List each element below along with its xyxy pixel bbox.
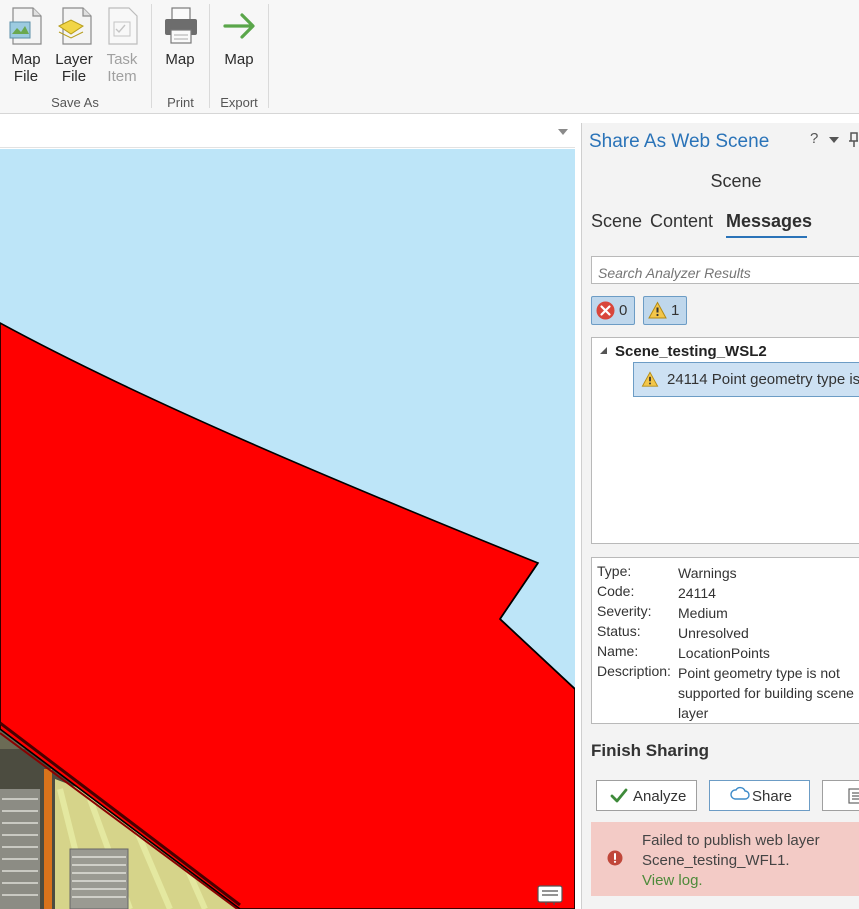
- tab-scene[interactable]: Scene: [591, 211, 642, 232]
- print-map-label: Map: [165, 51, 195, 68]
- detail-value: LocationPoints: [678, 645, 770, 661]
- detail-key: Description:: [597, 663, 671, 679]
- ribbon-group-print: Map Print: [152, 0, 209, 114]
- share-button[interactable]: Share: [709, 780, 810, 811]
- ribbon-group-save-as: Map File Layer File Task Item Save As: [0, 0, 150, 114]
- task-item-icon: [108, 7, 138, 45]
- layer-file-label: Layer File: [55, 51, 93, 85]
- error-message-line-2: Scene_testing_WFL1.: [642, 852, 790, 869]
- ribbon-group-export: Map Export: [210, 0, 268, 114]
- print-map-button[interactable]: Map: [158, 4, 202, 88]
- tree-message-item[interactable]: 24114 Point geometry type is not support…: [633, 362, 859, 397]
- export-group-label: Export: [220, 95, 258, 110]
- error-message-line-1: Failed to publish web layer: [642, 832, 820, 849]
- tab-messages[interactable]: Messages: [726, 211, 812, 232]
- warnings-count: 1: [671, 302, 680, 319]
- errors-count: 0: [619, 302, 628, 319]
- pane-subtitle: Scene: [710, 171, 762, 191]
- share-label: Share: [752, 788, 793, 805]
- detail-value: Point geometry type is not supported for…: [678, 665, 854, 721]
- detail-key: Code:: [597, 583, 635, 599]
- finish-sharing-heading: Finish Sharing: [591, 741, 710, 760]
- chevron-down-icon[interactable]: [557, 127, 569, 137]
- detail-key: Severity:: [597, 603, 652, 619]
- printer-icon: [165, 7, 197, 44]
- map-file-button[interactable]: Map File: [4, 4, 48, 88]
- analyze-label: Analyze: [633, 788, 687, 805]
- export-map-button[interactable]: Map: [217, 4, 261, 88]
- report-icon: [848, 788, 859, 804]
- search-analyzer-results-input[interactable]: [591, 256, 859, 284]
- export-map-label: Map: [224, 51, 254, 68]
- message-details: Type: Warnings Code: 24114 Severity: Med…: [591, 557, 859, 724]
- detail-key: Status:: [597, 623, 641, 639]
- report-button[interactable]: [822, 780, 859, 811]
- collapse-triangle-icon[interactable]: [599, 346, 608, 355]
- tree-message-text: 24114 Point geometry type is not support…: [667, 371, 859, 388]
- help-icon[interactable]: ?: [810, 130, 818, 147]
- warning-icon: [648, 301, 667, 319]
- warning-icon: [641, 371, 659, 387]
- scene-navigator-icon[interactable]: [536, 882, 564, 906]
- save-as-group-label: Save As: [51, 95, 99, 110]
- ribbon-separator: [268, 4, 269, 108]
- task-item-label: Task Item: [106, 51, 138, 85]
- cloud-icon: [730, 786, 750, 800]
- analyzer-results-tree: Scene_testing_WSL2 24114 Point geometry …: [591, 337, 859, 544]
- tab-content[interactable]: Content: [650, 211, 713, 232]
- pane-options-chevron-icon[interactable]: [829, 136, 839, 144]
- active-tab-indicator: [726, 236, 807, 238]
- pin-icon[interactable]: [848, 132, 858, 148]
- tree-layer-node[interactable]: Scene_testing_WSL2: [615, 343, 767, 360]
- share-as-web-scene-pane: Share As Web Scene ? Scene Scene Content…: [581, 123, 859, 909]
- detail-key: Name:: [597, 643, 639, 659]
- scene-canvas[interactable]: [0, 149, 575, 909]
- detail-value: Medium: [678, 605, 728, 621]
- layer-file-icon: [58, 7, 92, 45]
- detail-key: Type:: [597, 563, 632, 579]
- errors-filter-button[interactable]: 0: [591, 296, 635, 325]
- print-group-label: Print: [167, 95, 194, 110]
- detail-value: 24114: [678, 585, 716, 601]
- error-icon: [596, 301, 615, 320]
- ribbon: Map File Layer File Task Item Save As Ma…: [0, 0, 859, 114]
- checkmark-icon: [610, 788, 628, 803]
- scene-view[interactable]: [0, 115, 575, 909]
- pane-title: Share As Web Scene: [589, 131, 770, 152]
- layer-file-button[interactable]: Layer File: [52, 4, 96, 88]
- error-banner: Failed to publish web layer Scene_testin…: [591, 822, 859, 896]
- task-item-button[interactable]: Task Item: [100, 4, 144, 88]
- map-file-label: Map File: [11, 51, 41, 85]
- warnings-filter-button[interactable]: 1: [643, 296, 687, 325]
- view-tab-strip: [0, 115, 575, 148]
- detail-value: Unresolved: [678, 625, 749, 641]
- detail-value: Warnings: [678, 565, 737, 581]
- map-file-icon: [9, 7, 42, 45]
- analyze-button[interactable]: Analyze: [596, 780, 697, 811]
- green-arrow-icon: [223, 13, 255, 39]
- view-log-link[interactable]: View log.: [642, 872, 703, 889]
- error-circle-icon: [607, 850, 623, 866]
